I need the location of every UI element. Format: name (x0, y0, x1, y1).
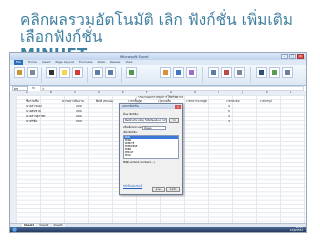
header-cell[interactable]: พิมพ์ (Mode) (96, 99, 113, 103)
category-select[interactable]: ทั้งหมด (142, 126, 166, 130)
format-icon (237, 70, 242, 75)
delete-cells-button[interactable] (221, 67, 232, 78)
sigma-icon (259, 70, 264, 75)
header-cell[interactable]: ความยาวต้นงาน (62, 99, 84, 103)
conditional-format-button[interactable] (160, 67, 171, 78)
start-button-icon[interactable] (12, 227, 17, 232)
insert-icon (211, 70, 216, 75)
cell-styles-icon (189, 70, 194, 75)
clipboard-icon (17, 70, 22, 75)
dialog-title: แทรกฟังก์ชัน (122, 104, 139, 108)
windows-taskbar: 10:35 15/8/2554 (10, 226, 306, 232)
cut-button[interactable] (27, 67, 38, 78)
wrap-text-icon (108, 70, 113, 75)
excel-screenshot: Microsoft Excel – □ × File Home Insert P… (9, 52, 307, 233)
table-format-button[interactable] (173, 67, 184, 78)
find-select-button[interactable] (282, 67, 293, 78)
close-icon[interactable]: × (297, 54, 304, 59)
maximize-icon[interactable]: □ (289, 54, 296, 59)
row-name-cell[interactable]: นายสมชาย (26, 109, 41, 113)
excel-title-bar: Microsoft Excel – □ × (10, 53, 306, 60)
function-list-label: เลือกฟังก์ชัน: (123, 131, 138, 134)
autosum-button[interactable] (256, 67, 267, 78)
sort-filter-button[interactable] (269, 67, 280, 78)
row-name-cell[interactable]: นางสาวสุภาพร (26, 114, 45, 118)
row-result-cell[interactable]: 4 (228, 104, 230, 108)
row-value-cell[interactable]: 200 (76, 104, 82, 108)
delete-icon (224, 70, 229, 75)
function-syntax: MIN(number1,number2,...) (123, 161, 155, 164)
ribbon-divider (250, 67, 251, 83)
window-controls: – □ × (281, 54, 304, 59)
ribbon-divider (41, 67, 42, 83)
format-cells-button[interactable] (234, 67, 245, 78)
table-icon (176, 70, 181, 75)
function-list[interactable]: MIN MINA MINUTE MINVERSE MIRR MMULT MOD (123, 135, 179, 159)
conditional-format-icon (163, 70, 168, 75)
go-button[interactable]: ไป (169, 118, 179, 123)
number-format-icon (129, 70, 134, 75)
bold-button[interactable] (46, 67, 57, 78)
cell-styles-button[interactable] (186, 67, 197, 78)
slide-title-line1: คลิกผลรวมอัตโนมัติ เลิก ฟังก์ชั่น เพิ่มเ… (20, 11, 293, 46)
clock-date: 15/8/2554 (289, 228, 303, 232)
header-cell[interactable]: ชื่อรายชื่อ (26, 99, 39, 103)
row-result-cell[interactable]: 3 (228, 114, 230, 118)
dialog-title-bar: แทรกฟังก์ชัน x (120, 104, 182, 109)
row-value-cell[interactable]: 200 (76, 119, 82, 123)
fill-color-icon (62, 70, 67, 75)
row-name-cell[interactable]: นางสาวแดง (26, 104, 42, 108)
header-cell[interactable]: เวลายาวนานสุด (186, 99, 207, 103)
help-link[interactable]: วิธีใช้ในฟังก์ชันนี้ (123, 185, 142, 188)
ok-button[interactable]: ตกลง (152, 187, 165, 192)
number-format-button[interactable] (126, 67, 137, 78)
row-result-cell[interactable]: 5 (228, 109, 230, 113)
bold-icon (49, 70, 54, 75)
cancel-button[interactable]: ยกเลิก (166, 187, 180, 192)
row-result-cell[interactable]: 4 (228, 119, 230, 123)
insert-function-dialog: แทรกฟังก์ชัน x ค้นหาฟังก์ชัน: พิมพ์คำอธิ… (119, 103, 183, 195)
ribbon-divider (87, 67, 88, 83)
paste-button[interactable] (14, 67, 25, 78)
window-title: Microsoft Excel (120, 54, 149, 59)
find-icon (285, 70, 290, 75)
search-label: ค้นหาฟังก์ชัน: (123, 113, 139, 116)
scissors-icon (30, 70, 35, 75)
ribbon (10, 65, 306, 86)
font-color-button[interactable] (72, 67, 83, 78)
taskbar-clock[interactable]: 10:35 15/8/2554 (289, 226, 303, 232)
row-value-cell[interactable]: 200 (76, 109, 82, 113)
function-search-input[interactable]: พิมพ์คำอธิบายสั้นๆ ถึงสิ่งที่คุณต้องการท… (123, 118, 167, 123)
ribbon-divider (121, 67, 122, 83)
row-name-cell[interactable]: นายวิชัย (26, 119, 37, 123)
align-button[interactable] (92, 67, 103, 78)
minimize-icon[interactable]: – (281, 54, 288, 59)
header-cell[interactable]: เวลาสะสม (226, 99, 239, 103)
align-icon (95, 70, 100, 75)
font-color-icon (75, 70, 80, 75)
function-list-item[interactable]: MOD (124, 154, 178, 157)
ribbon-divider (202, 67, 203, 83)
dialog-close-icon[interactable]: x (175, 104, 181, 109)
wrap-button[interactable] (105, 67, 116, 78)
sort-icon (272, 70, 277, 75)
header-cell[interactable]: เวลาสรุป (260, 99, 272, 103)
insert-cells-button[interactable] (208, 67, 219, 78)
fill-color-button[interactable] (59, 67, 70, 78)
category-label: หรือเลือกประเภท: (123, 126, 143, 129)
row-value-cell[interactable]: 200 (76, 114, 82, 118)
